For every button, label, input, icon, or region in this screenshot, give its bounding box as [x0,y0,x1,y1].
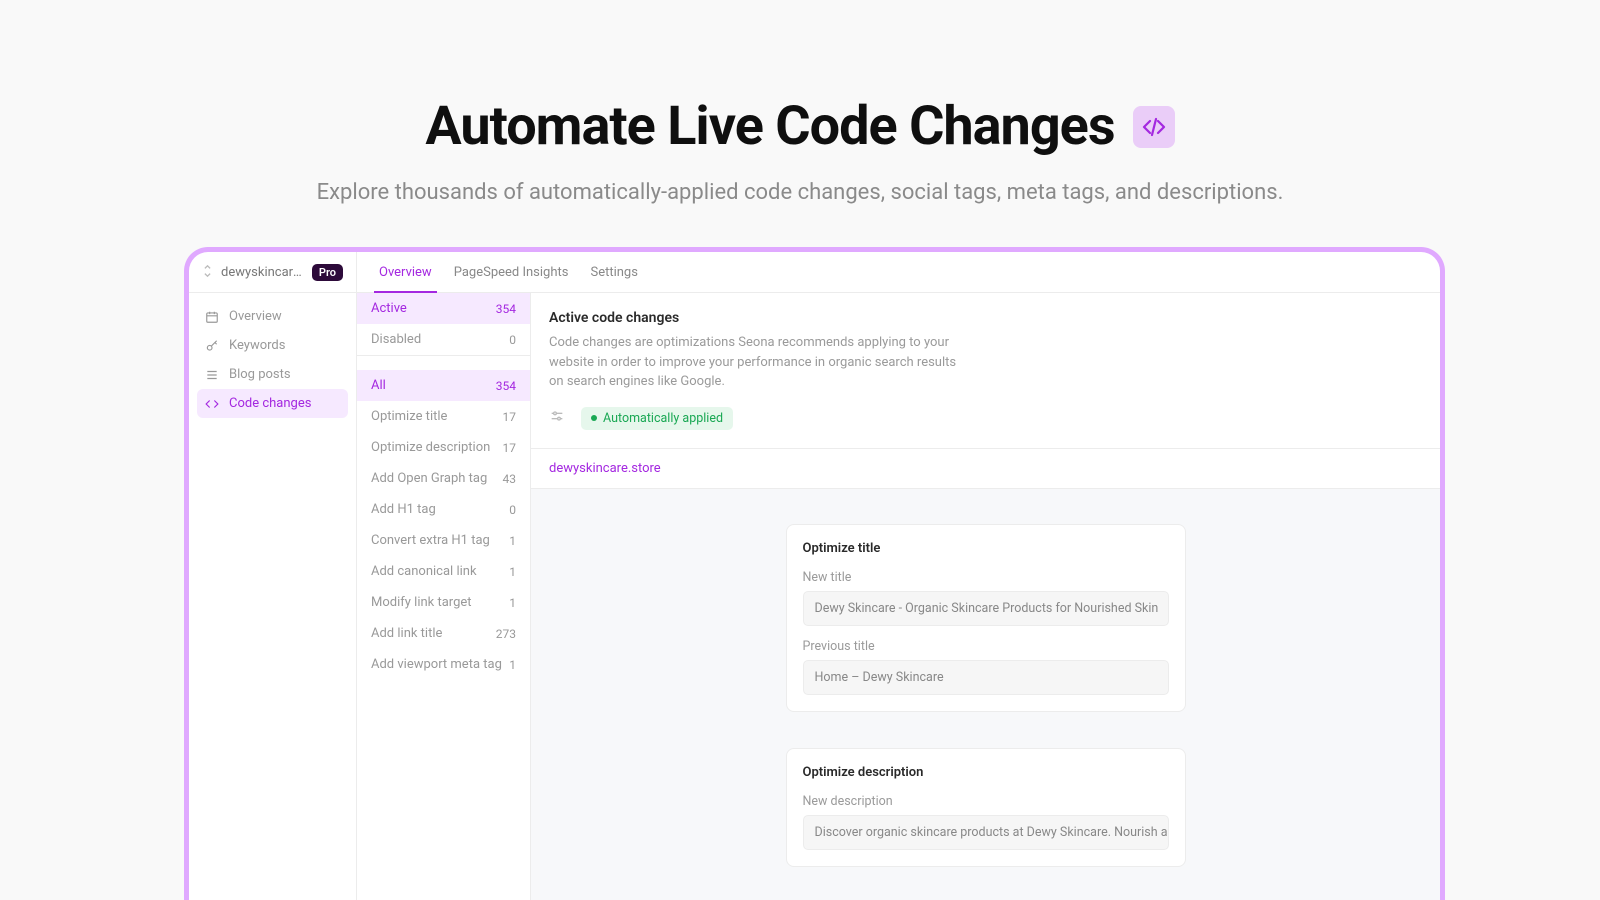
nav-code-changes[interactable]: Code changes [197,389,348,418]
filter-count: 354 [496,302,516,316]
filter-count: 273 [496,627,516,641]
filter-label: All [371,378,386,393]
change-card: Optimize title New title Dewy Skincare - O… [786,524,1186,712]
filter-optimize-title[interactable]: Optimize title 17 [357,401,530,432]
field-label: New description [803,794,1169,809]
filter-modify-link-target[interactable]: Modify link target 1 [357,587,530,618]
filter-count: 17 [503,441,517,455]
chevron-up-down-icon [202,263,213,282]
key-icon [205,339,219,353]
filter-count: 17 [503,410,517,424]
filter-label: Add Open Graph tag [371,471,487,486]
filter-add-open-graph-tag[interactable]: Add Open Graph tag 43 [357,463,530,494]
field-label: Previous title [803,639,1169,654]
app-window: dewyskincare.st… Pro Overview PageSpeed I… [184,247,1445,900]
filter-label: Optimize title [371,409,447,424]
nav-overview[interactable]: Overview [197,302,348,331]
filter-label: Modify link target [371,595,472,610]
tab-pagespeed-insights[interactable]: PageSpeed Insights [449,252,574,292]
nav-label: Code changes [229,396,311,411]
filter-active[interactable]: Active 354 [357,293,530,324]
filter-add-canonical-link[interactable]: Add canonical link 1 [357,556,530,587]
filter-count: 0 [509,503,516,517]
filter-disabled[interactable]: Disabled 0 [357,324,530,355]
section-description: Code changes are optimizations Seona rec… [549,333,969,392]
card-title: Optimize description [803,765,1169,780]
filter-convert-extra-h1-tag[interactable]: Convert extra H1 tag 1 [357,525,530,556]
field-label: New title [803,570,1169,585]
filter-label: Active [371,301,407,316]
change-card: Optimize description New description Disco… [786,748,1186,867]
filter-count: 43 [503,472,517,486]
code-slash-icon [1133,106,1175,148]
hero-subtitle: Explore thousands of automatically-appli… [0,180,1600,205]
auto-applied-chip: Automatically applied [581,407,733,430]
auto-applied-label: Automatically applied [603,411,723,426]
filter-optimize-description[interactable]: Optimize description 17 [357,432,530,463]
code-icon [205,397,219,411]
filter-count: 1 [509,534,516,548]
filter-label: Add viewport meta tag [371,657,502,672]
filter-add-link-title[interactable]: Add link title 273 [357,618,530,649]
hero-title: Automate Live Code Changes [425,95,1114,158]
filter-label: Convert extra H1 tag [371,533,490,548]
nav-blog-posts[interactable]: Blog posts [197,360,348,389]
filter-label: Add canonical link [371,564,477,579]
filter-label: Add H1 tag [371,502,436,517]
nav-keywords[interactable]: Keywords [197,331,348,360]
nav-label: Blog posts [229,367,291,382]
filter-label: Add link title [371,626,442,641]
nav-label: Overview [229,309,282,324]
nav-label: Keywords [229,338,285,353]
filter-count: 1 [509,565,516,579]
tab-overview[interactable]: Overview [374,252,437,292]
filter-count: 354 [496,379,516,393]
calendar-icon [205,310,219,324]
filter-count: 0 [509,333,516,347]
filter-count: 1 [509,658,516,672]
filter-label: Disabled [371,332,421,347]
card-title: Optimize title [803,541,1169,556]
field-value: Home – Dewy Skincare [803,660,1169,695]
tab-settings[interactable]: Settings [585,252,642,292]
sliders-icon[interactable] [549,408,565,428]
site-selector[interactable]: dewyskincare.st… Pro [189,252,357,292]
field-value: Dewy Skincare - Organic Skincare Product… [803,591,1169,626]
pro-badge: Pro [312,264,343,281]
filter-add-viewport-meta-tag[interactable]: Add viewport meta tag 1 [357,649,530,680]
url-link[interactable]: dewyskincare.store [531,448,1440,489]
filter-all[interactable]: All 354 [357,370,530,401]
section-title: Active code changes [549,310,1422,326]
site-name: dewyskincare.st… [221,265,304,280]
filter-add-h1-tag[interactable]: Add H1 tag 0 [357,494,530,525]
field-value: Discover organic skincare products at De… [803,815,1169,850]
filter-count: 1 [509,596,516,610]
status-dot-icon [591,415,597,421]
filter-label: Optimize description [371,440,490,455]
list-icon [205,368,219,382]
